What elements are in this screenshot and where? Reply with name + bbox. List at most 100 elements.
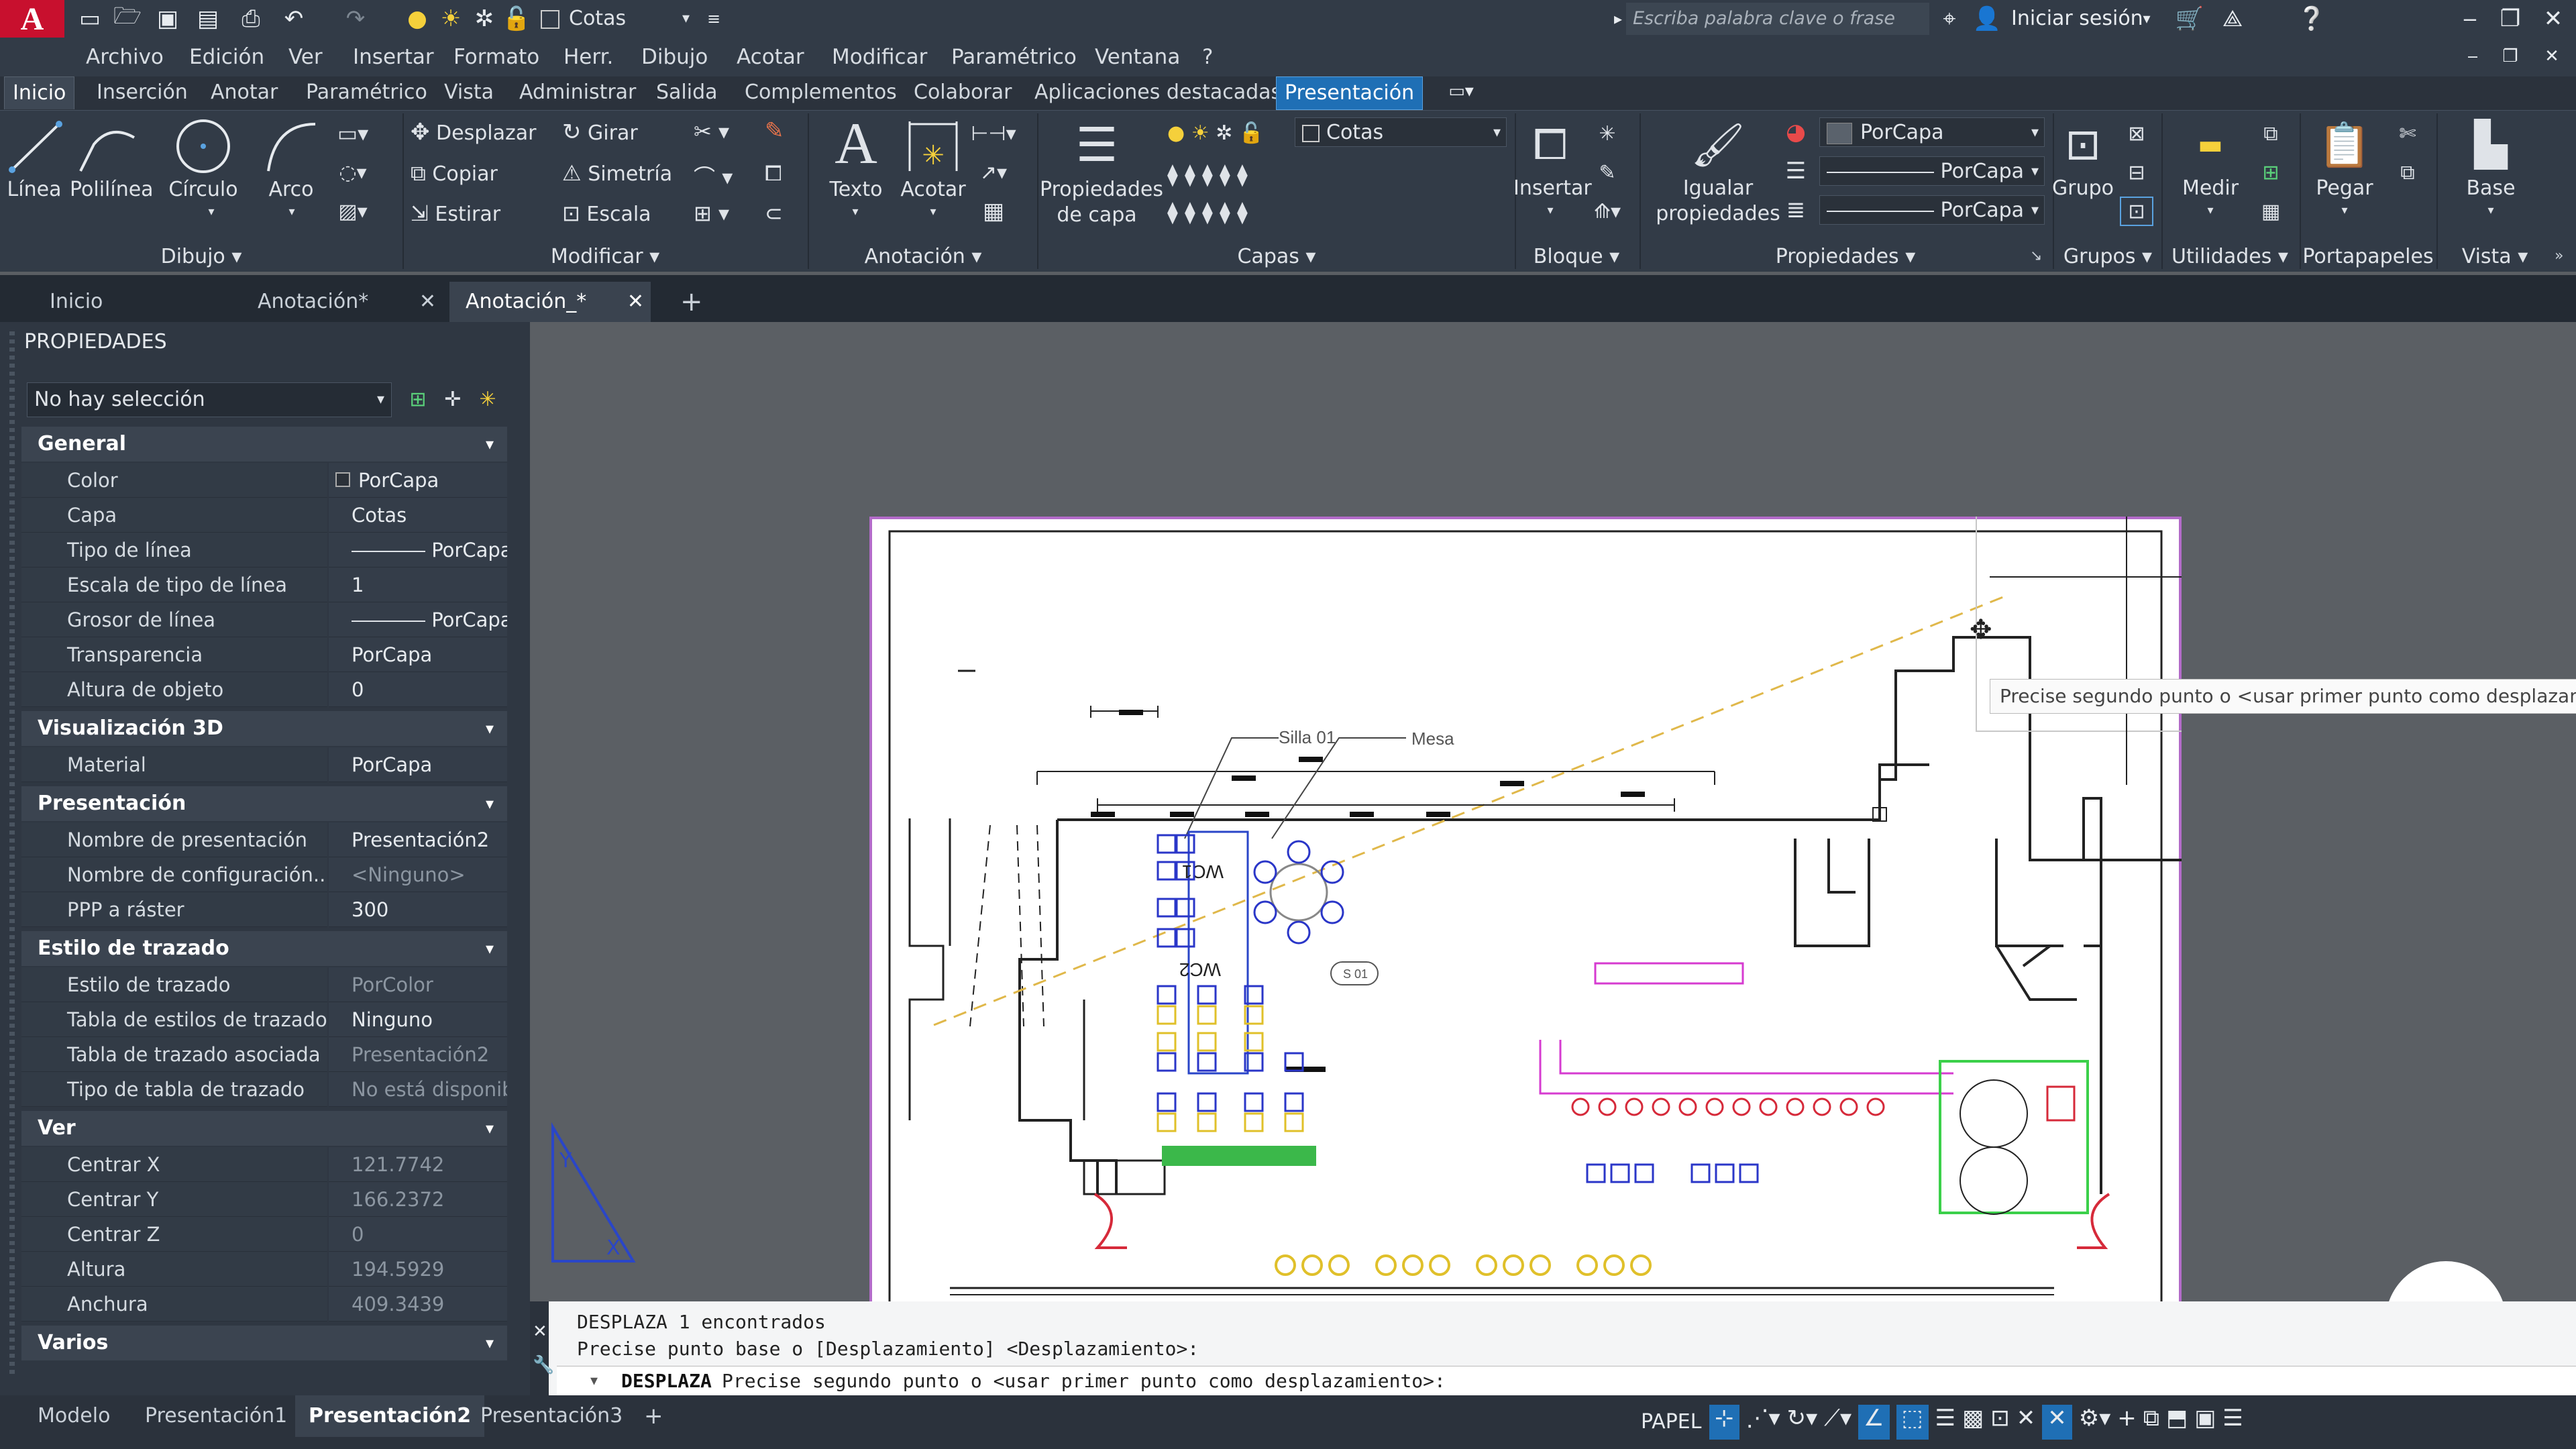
prop-row-tipo-tabla[interactable]: Tipo de tabla de trazadoNo está disponib… — [21, 1072, 507, 1107]
close-icon[interactable]: ✕ — [533, 1322, 547, 1342]
layer-tools-row-1[interactable]: ⧫ ⧫ ⧫ ⧫ ⧫ — [1167, 162, 1248, 187]
new-file-icon[interactable]: ▭ — [75, 4, 105, 34]
user-icon[interactable]: 👤 — [1972, 4, 2002, 34]
section-general[interactable]: General ▾ — [21, 427, 507, 462]
tab-vista[interactable]: Vista — [436, 76, 502, 109]
menu-parametrico[interactable]: Paramétrico — [951, 38, 1077, 76]
doc-restore-icon[interactable]: ❐ — [2496, 42, 2525, 71]
open-file-icon[interactable]: 🗁 — [113, 3, 142, 34]
polyline-button-label[interactable]: Polilínea — [70, 178, 154, 201]
prop-row-transparencia[interactable]: Transparencia PorCapa — [21, 637, 507, 672]
prop-row-ppp-raster[interactable]: PPP a ráster 300 — [21, 892, 507, 927]
cut-icon[interactable]: ✄ — [2391, 119, 2424, 148]
panel-title-grupos[interactable]: Grupos ▾ — [2054, 244, 2161, 270]
hatch-icon[interactable]: ◌▾ — [333, 158, 373, 187]
base-view-icon[interactable]: ▙ — [2461, 115, 2521, 175]
dimension-icon[interactable]: ✳ — [903, 117, 963, 178]
measure-button-label[interactable]: Medir — [2174, 176, 2247, 200]
object-snap-icon[interactable]: ⬚ — [1896, 1405, 1929, 1440]
layer-properties-label-1[interactable]: Propiedades — [1040, 178, 1163, 201]
tab-parametrico[interactable]: Paramétrico — [298, 76, 435, 109]
redo-icon[interactable]: ↷ — [341, 4, 370, 34]
tab-insercion[interactable]: Inserción — [89, 76, 196, 109]
help-icon[interactable]: ❔ — [2297, 4, 2326, 34]
transparency-icon[interactable]: ▩ — [1962, 1405, 1984, 1440]
select-all-icon[interactable]: ⊞ — [2254, 158, 2288, 187]
fillet-button[interactable]: ⌒ ▾ — [694, 160, 733, 191]
table-icon[interactable]: ▦ — [970, 197, 1017, 226]
ribbon-layer-dropdown[interactable]: Cotas ▾ — [1295, 117, 1507, 147]
chevron-down-icon[interactable]: ▾ — [2194, 203, 2227, 217]
stretch-button[interactable]: ⇲ Estirar — [411, 201, 500, 226]
group-select-icon[interactable]: ⊡ — [2120, 197, 2153, 226]
select-objects-icon[interactable]: ✛ — [437, 384, 468, 415]
layer-dropdown[interactable]: Cotas ▾ — [534, 4, 695, 34]
clean-screen-icon[interactable]: ▣ — [2194, 1405, 2216, 1440]
prop-row-tipo-linea[interactable]: Tipo de línea PorCapa — [21, 533, 507, 568]
gradient-icon[interactable]: ▨▾ — [333, 197, 373, 226]
doc-tab-anotacion[interactable]: Anotación* ✕ — [241, 282, 443, 322]
tab-salida[interactable]: Salida — [648, 76, 726, 109]
section-visualizacion-3d[interactable]: Visualización 3D ▾ — [21, 711, 507, 746]
polyline-icon[interactable] — [74, 117, 141, 178]
prop-row-tabla-asociada[interactable]: Tabla de trazado asociada a Presentación2 — [21, 1037, 507, 1072]
mirror-button[interactable]: ⚠ Simetría — [562, 160, 672, 186]
menu-ventana[interactable]: Ventana — [1095, 38, 1180, 76]
tab-complementos[interactable]: Complementos — [737, 76, 905, 109]
prop-row-altura[interactable]: Altura 194.5929 — [21, 1252, 507, 1287]
tab-aplicaciones[interactable]: Aplicaciones destacadas — [1026, 76, 1289, 109]
move-button[interactable]: ✥ Desplazar — [411, 119, 536, 146]
ungroup-icon[interactable]: ⊠ — [2120, 119, 2153, 148]
leader-icon[interactable]: ↗▾ — [970, 158, 1017, 187]
layout-tab-presentacion3[interactable]: Presentación3 — [467, 1395, 636, 1437]
layout-tab-modelo[interactable]: Modelo — [24, 1395, 123, 1437]
arc-icon[interactable] — [262, 117, 322, 178]
chevron-down-icon[interactable]: ▾ — [839, 205, 872, 219]
tab-anotar[interactable]: Anotar — [203, 76, 286, 109]
panel-title-portapapeles[interactable]: Portapapeles — [2301, 244, 2435, 270]
color-wheel-icon[interactable]: ◕ — [1779, 117, 1813, 147]
line-button-label[interactable]: Línea — [4, 178, 64, 201]
minimize-window-icon[interactable]: ‒ — [2455, 4, 2485, 34]
prop-row-material[interactable]: Material PorCapa — [21, 747, 507, 782]
section-varios[interactable]: Varios ▾ — [21, 1326, 507, 1360]
cart-icon[interactable]: 🛒 — [2175, 4, 2204, 34]
close-icon[interactable]: ✕ — [627, 282, 644, 322]
calculator-icon[interactable]: ▦ — [2254, 197, 2288, 226]
measure-icon[interactable]: ▬ — [2180, 115, 2241, 175]
palette-grip[interactable] — [9, 331, 15, 1378]
lineweight-display-icon[interactable]: ☰ — [1935, 1405, 1955, 1440]
prop-row-escala-tipo-linea[interactable]: Escala de tipo de línea 1 — [21, 568, 507, 602]
chevron-down-icon[interactable]: ▾ — [195, 205, 228, 219]
restore-window-icon[interactable]: ❐ — [2496, 4, 2525, 34]
plus-icon[interactable]: + — [2117, 1405, 2137, 1440]
panel-title-capas[interactable]: Capas ▾ — [1038, 244, 1515, 270]
search-input[interactable]: Escriba palabra clave o frase — [1626, 3, 1929, 35]
app-menu-button[interactable]: A — [0, 0, 64, 38]
prop-row-estilo-trazado[interactable]: Estilo de trazado PorColor — [21, 967, 507, 1002]
base-button-label[interactable]: Base — [2454, 176, 2528, 200]
ribbon-display-toggle-icon[interactable]: ▭▾ — [1446, 76, 1476, 106]
menu-herr[interactable]: Herr. — [564, 38, 613, 76]
command-input[interactable]: ▾ DESPLAZA Precise segundo punto o <usar… — [557, 1366, 2576, 1396]
linetype-dropdown[interactable]: PorCapa ▾ — [1819, 156, 2045, 186]
selection-cycling-icon[interactable]: ⊡ — [1990, 1405, 2010, 1440]
save-as-icon[interactable]: ▤ — [193, 4, 223, 34]
menu-archivo[interactable]: Archivo — [86, 38, 164, 76]
doc-tab-inicio[interactable]: Inicio — [34, 282, 168, 322]
text-button-label[interactable]: Texto — [822, 178, 890, 201]
rectangle-icon[interactable]: ▭▾ — [333, 119, 373, 148]
layer-properties-icon[interactable]: ☰ — [1067, 115, 1127, 175]
prop-row-tabla-estilos[interactable]: Tabla de estilos de trazado Ninguno — [21, 1002, 507, 1037]
layout-tab-presentacion2[interactable]: Presentación2 — [295, 1395, 485, 1437]
layer-sun-icon[interactable]: ☀ — [436, 4, 466, 34]
lineweight-icon[interactable]: ≣ — [1779, 195, 1813, 225]
match-properties-label-1[interactable]: Igualar — [1654, 176, 1782, 200]
workspace-gear-icon[interactable]: ⚙▾ — [2079, 1405, 2111, 1440]
array-3d-button[interactable]: ⧠ — [765, 160, 782, 186]
offset-button[interactable]: ⊂ — [765, 201, 783, 226]
dimension-button-label[interactable]: Acotar — [896, 178, 970, 201]
text-icon[interactable]: A — [829, 111, 883, 176]
color-dropdown[interactable]: PorCapa ▾ — [1819, 117, 2045, 147]
close-window-icon[interactable]: ✕ — [2538, 4, 2568, 34]
